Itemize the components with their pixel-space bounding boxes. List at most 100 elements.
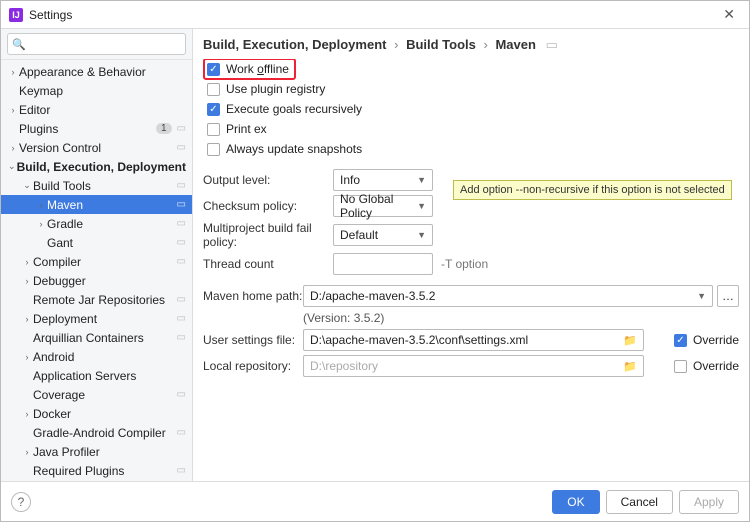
tree-item-label: Appearance & Behavior [19,65,186,79]
chevron-down-icon: ▼ [417,175,426,185]
tree-item-android[interactable]: ›Android [1,347,192,366]
tree-arrow-icon: › [21,257,33,267]
tree-arrow-icon: › [21,314,33,324]
tree-item-build-execution-deployment[interactable]: ⌄Build, Execution, Deployment [1,157,192,176]
tree-item-appearance-behavior[interactable]: ›Appearance & Behavior [1,62,192,81]
window-title: Settings [29,8,72,22]
output-level-label: Output level: [203,173,333,187]
ok-button[interactable]: OK [552,490,599,514]
close-icon[interactable]: ✕ [717,4,741,25]
search-input[interactable] [7,33,186,55]
project-scope-icon: ▭ [177,237,186,248]
project-scope-icon: ▭ [546,37,558,52]
tree-item-label: Editor [19,103,186,117]
tree-item-label: Gradle-Android Compiler [33,426,174,440]
work-offline-label: Work offline [226,62,289,76]
tree-item-label: Compiler [33,255,174,269]
tree-item-gradle[interactable]: ›Gradle▭ [1,214,192,233]
always-update-snapshots-label: Always update snapshots [226,142,362,156]
chevron-down-icon: ▼ [417,230,426,240]
chevron-down-icon: ▼ [697,291,706,301]
tree-arrow-icon: › [21,447,33,457]
maven-home-select[interactable]: D:/apache-maven-3.5.2 ▼ [303,285,713,307]
work-offline-checkbox[interactable]: ✓ [207,63,220,76]
tree-item-deployment[interactable]: ›Deployment▭ [1,309,192,328]
sidebar: 🔍 ›Appearance & BehaviorKeymap›EditorPlu… [1,29,193,481]
maven-home-browse-button[interactable]: … [717,285,739,307]
breadcrumb-p1[interactable]: Build, Execution, Deployment [203,37,386,52]
chevron-right-icon: › [394,37,398,52]
tree-item-docker[interactable]: ›Docker [1,404,192,423]
tree-item-label: Version Control [19,141,174,155]
print-exception-checkbox[interactable] [207,123,220,136]
project-scope-icon: ▭ [177,294,186,305]
thread-count-label: Thread count [203,257,333,271]
tree-item-keymap[interactable]: Keymap [1,81,192,100]
tree-item-label: Gradle [47,217,174,231]
project-scope-icon: ▭ [177,313,186,324]
multiproject-fail-label: Multiproject build fail policy: [203,221,333,249]
project-scope-icon: ▭ [177,332,186,343]
tree-item-label: Plugins [19,122,156,136]
folder-icon[interactable]: 📁 [617,334,637,347]
checksum-policy-select[interactable]: No Global Policy ▼ [333,195,433,217]
user-settings-value: D:\apache-maven-3.5.2\conf\settings.xml [310,333,528,347]
breadcrumb-p2[interactable]: Build Tools [406,37,476,52]
tree-item-compiler[interactable]: ›Compiler▭ [1,252,192,271]
local-repo-override-checkbox[interactable] [674,360,687,373]
execute-goals-recursively-label: Execute goals recursively [226,102,362,116]
maven-home-value: D:/apache-maven-3.5.2 [310,289,435,303]
settings-tree: ›Appearance & BehaviorKeymap›EditorPlugi… [1,60,192,481]
tree-item-label: Keymap [19,84,186,98]
thread-count-input[interactable] [333,253,433,275]
tree-item-label: Java Profiler [33,445,186,459]
tree-item-label: Android [33,350,186,364]
tree-item-gant[interactable]: Gant▭ [1,233,192,252]
tree-item-java-profiler[interactable]: ›Java Profiler [1,442,192,461]
tree-arrow-icon: › [21,352,33,362]
tree-item-maven[interactable]: ›Maven▭ [1,195,192,214]
local-repo-override-label: Override [693,359,739,373]
tree-arrow-icon: ⌄ [7,161,17,172]
help-button[interactable]: ? [11,492,31,512]
user-settings-override-checkbox[interactable]: ✓ [674,334,687,347]
tree-arrow-icon: ⌄ [21,180,33,191]
use-plugin-registry-checkbox[interactable] [207,83,220,96]
tree-item-coverage[interactable]: Coverage▭ [1,385,192,404]
tree-item-required-plugins[interactable]: Required Plugins▭ [1,461,192,480]
checksum-policy-value: No Global Policy [340,192,417,220]
execute-goals-recursively-checkbox[interactable]: ✓ [207,103,220,116]
tree-item-editor[interactable]: ›Editor [1,100,192,119]
local-repo-label: Local repository: [203,359,303,373]
tree-item-debugger[interactable]: ›Debugger [1,271,192,290]
apply-button[interactable]: Apply [679,490,739,514]
tree-item-gradle-android-compiler[interactable]: Gradle-Android Compiler▭ [1,423,192,442]
tree-arrow-icon: › [7,67,19,77]
tree-item-plugins[interactable]: Plugins1▭ [1,119,192,138]
breadcrumb-p3[interactable]: Maven [495,37,535,52]
folder-icon[interactable]: 📁 [617,360,637,373]
user-settings-input[interactable]: D:\apache-maven-3.5.2\conf\settings.xml … [303,329,644,351]
tree-item-application-servers[interactable]: Application Servers [1,366,192,385]
footer: ? OK Cancel Apply [1,481,749,521]
tree-item-label: Application Servers [33,369,186,383]
tree-item-version-control[interactable]: ›Version Control▭ [1,138,192,157]
maven-home-label: Maven home path: [203,289,303,303]
tree-item-arquillian-containers[interactable]: Arquillian Containers▭ [1,328,192,347]
output-level-select[interactable]: Info ▼ [333,169,433,191]
user-settings-override-label: Override [693,333,739,347]
local-repo-input[interactable]: D:\repository 📁 [303,355,644,377]
tree-arrow-icon: › [35,200,47,210]
user-settings-label: User settings file: [203,333,303,347]
tree-item-remote-jar-repositories[interactable]: Remote Jar Repositories▭ [1,290,192,309]
tree-arrow-icon: › [35,219,47,229]
cancel-button[interactable]: Cancel [606,490,673,514]
tree-item-label: Build, Execution, Deployment [17,160,186,174]
always-update-snapshots-checkbox[interactable] [207,143,220,156]
tree-item-run-targets[interactable]: Run Targets▭ [1,480,192,481]
tree-item-build-tools[interactable]: ⌄Build Tools▭ [1,176,192,195]
project-scope-icon: ▭ [177,256,186,267]
multiproject-fail-select[interactable]: Default ▼ [333,224,433,246]
tree-arrow-icon: › [21,276,33,286]
project-scope-icon: ▭ [177,180,186,191]
